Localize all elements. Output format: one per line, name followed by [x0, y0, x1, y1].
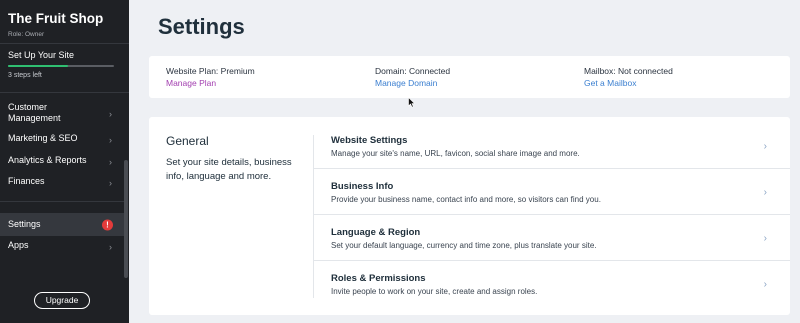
mouse-pointer-icon: [408, 97, 415, 108]
chevron-right-icon: ›: [109, 242, 112, 252]
chevron-right-icon: ›: [109, 157, 112, 167]
sidebar-item-customer-management[interactable]: Customer Management ›: [0, 102, 124, 126]
sidebar-item-label: Marketing & SEO: [8, 133, 78, 143]
sidebar-item-label: Apps: [8, 240, 29, 250]
sidebar-item-apps[interactable]: Apps ›: [0, 240, 124, 254]
divider: [0, 92, 129, 93]
plan-column-mailbox: Mailbox: Not connected Get a Mailbox: [584, 66, 673, 88]
settings-row-business-info[interactable]: Business Info Provide your business name…: [314, 163, 774, 209]
website-plan-status: Website Plan: Premium: [166, 66, 255, 76]
page-title: Settings: [158, 14, 245, 39]
sidebar-item-label: Analytics & Reports: [8, 155, 87, 165]
sidebar-item-label: Customer Management: [8, 102, 61, 123]
sidebar: The Fruit Shop Role: Owner Set Up Your S…: [0, 0, 129, 323]
settings-row-website-settings[interactable]: Website Settings Manage your site's name…: [314, 117, 774, 163]
plan-summary-card: Website Plan: Premium Manage Plan Domain…: [149, 56, 790, 98]
role-label: Role: Owner: [8, 31, 45, 38]
chevron-right-icon: ›: [763, 187, 767, 198]
settings-row-language-region[interactable]: Language & Region Set your default langu…: [314, 209, 774, 255]
section-description: Set your site details, business info, la…: [166, 157, 292, 182]
chevron-right-icon: ›: [763, 279, 767, 290]
row-description: Invite people to work on your site, crea…: [331, 287, 538, 296]
upgrade-button[interactable]: Upgrade: [34, 292, 90, 309]
manage-plan-link[interactable]: Manage Plan: [166, 78, 255, 88]
get-mailbox-link[interactable]: Get a Mailbox: [584, 78, 673, 88]
sidebar-item-analytics-reports[interactable]: Analytics & Reports ›: [0, 155, 124, 169]
chevron-right-icon: ›: [763, 141, 767, 152]
divider: [0, 43, 129, 44]
row-title: Website Settings: [331, 135, 408, 146]
row-description: Set your default language, currency and …: [331, 241, 597, 250]
mailbox-status: Mailbox: Not connected: [584, 66, 673, 76]
settings-row-roles-permissions[interactable]: Roles & Permissions Invite people to wor…: [314, 255, 774, 301]
sidebar-item-finances[interactable]: Finances ›: [0, 176, 124, 190]
alert-icon: !: [102, 219, 113, 230]
chevron-right-icon: ›: [109, 109, 112, 119]
section-title: General: [166, 134, 209, 148]
row-title: Roles & Permissions: [331, 273, 426, 284]
manage-domain-link[interactable]: Manage Domain: [375, 78, 450, 88]
sidebar-item-marketing-seo[interactable]: Marketing & SEO ›: [0, 133, 124, 147]
sidebar-item-label: Finances: [8, 176, 45, 186]
plan-column-website-plan: Website Plan: Premium Manage Plan: [166, 66, 255, 88]
steps-left-label: 3 steps left: [8, 72, 42, 79]
chevron-right-icon: ›: [109, 135, 112, 145]
setup-progress-bar: [8, 65, 114, 67]
chevron-right-icon: ›: [763, 233, 767, 244]
plan-column-domain: Domain: Connected Manage Domain: [375, 66, 450, 88]
row-title: Language & Region: [331, 227, 421, 238]
row-description: Provide your business name, contact info…: [331, 195, 601, 204]
setup-progress-fill: [8, 65, 69, 67]
chevron-right-icon: ›: [109, 178, 112, 188]
row-title: Business Info: [331, 181, 394, 192]
sidebar-scrollbar[interactable]: [124, 160, 128, 278]
divider: [0, 201, 124, 202]
general-settings-card: General Set your site details, business …: [149, 117, 790, 315]
site-name[interactable]: The Fruit Shop: [8, 11, 103, 26]
setup-title[interactable]: Set Up Your Site: [8, 50, 74, 60]
sidebar-item-settings[interactable]: Settings !: [0, 213, 124, 236]
domain-status: Domain: Connected: [375, 66, 451, 76]
row-description: Manage your site's name, URL, favicon, s…: [331, 149, 580, 158]
